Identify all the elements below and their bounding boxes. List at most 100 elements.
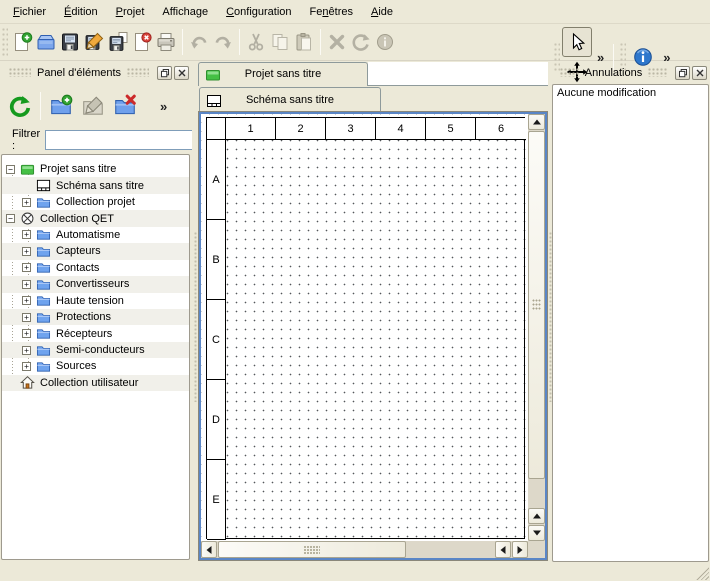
close-icon (695, 68, 705, 78)
dock-close-button[interactable] (692, 66, 707, 80)
mdi-area: Projet sans titre Schéma sans titre 1234… (198, 62, 548, 562)
tab-project[interactable]: Projet sans titre (198, 62, 368, 86)
undo-panel: Annulations Aucune modification (551, 62, 710, 562)
tree-expander[interactable]: + (22, 313, 31, 322)
tree-item-schema-sans-titre[interactable]: Schéma sans titre (2, 177, 189, 193)
paste-icon (293, 31, 315, 53)
float-icon (160, 68, 170, 78)
open-project-button[interactable] (34, 27, 58, 57)
tabbar-empty-area (368, 62, 548, 86)
tree-item-convertisseurs[interactable]: + Convertisseurs (2, 276, 189, 292)
tree-expander[interactable]: + (22, 296, 31, 305)
menu-item-projet[interactable]: Projet (107, 3, 154, 21)
tree-item-automatisme[interactable]: + Automatisme (2, 227, 189, 243)
scroll-right-button[interactable] (512, 541, 528, 558)
scroll-down-button[interactable] (528, 525, 545, 541)
undo-button (187, 27, 211, 57)
horizontal-scroll-thumb[interactable] (218, 541, 406, 558)
tab-project-label: Projet sans titre (199, 68, 367, 80)
tree-expander[interactable]: + (22, 362, 31, 371)
diagram-canvas[interactable]: 123456 ABCDE (201, 114, 528, 541)
tree-item-contacts[interactable]: + Contacts (2, 260, 189, 276)
menu-item-aide[interactable]: Aide (362, 3, 402, 21)
tab-schema-label: Schéma sans titre (200, 94, 380, 106)
tree-expander[interactable]: − (6, 165, 15, 174)
object-info-icon (374, 31, 396, 53)
tree-item-protections[interactable]: + Protections (2, 309, 189, 325)
undo-list: Aucune modification (552, 84, 709, 562)
copy-icon (269, 31, 291, 53)
tree-item-collection-projet[interactable]: + Collection projet (2, 194, 189, 210)
vertical-scrollbar[interactable] (528, 114, 545, 541)
menu-item-edition[interactable]: Édition (55, 3, 107, 21)
menu-item-configuration[interactable]: Configuration (217, 3, 300, 21)
dock-grip (9, 68, 31, 77)
close-file-icon (131, 31, 153, 53)
save-button[interactable] (58, 27, 82, 57)
scroll-up-button-2[interactable] (528, 508, 545, 524)
scroll-left-button-2[interactable] (495, 541, 511, 558)
scroll-up-button[interactable] (528, 114, 545, 130)
folder-icon (36, 195, 51, 210)
delete-category-button[interactable] (109, 90, 141, 122)
delete-category-icon (113, 94, 137, 118)
tree-item-projet-sans-titre[interactable]: − Projet sans titre (2, 161, 189, 177)
menu-item-affichage[interactable]: Affichage (153, 3, 217, 21)
tree-expander[interactable]: + (22, 263, 31, 272)
resize-grip[interactable] (696, 567, 709, 580)
tree-item-semi-conducteurs[interactable]: + Semi-conducteurs (2, 342, 189, 358)
select-pointer-button[interactable] (562, 27, 592, 57)
tree-item-recepteurs[interactable]: + Récepteurs (2, 325, 189, 341)
new-category-button[interactable] (45, 90, 77, 122)
cut-button (244, 27, 268, 57)
filter-input[interactable] (45, 130, 195, 150)
tree-item-collection-qet[interactable]: − Collection QET (2, 210, 189, 226)
tree-expander[interactable]: − (6, 214, 15, 223)
copy-button (268, 27, 292, 57)
redo-icon (212, 31, 234, 53)
grid-row-header: E (207, 460, 226, 540)
dock-float-button[interactable] (675, 66, 690, 80)
file-edit-toolbar (0, 27, 397, 57)
folder-icon (36, 326, 51, 341)
rotate-button (349, 27, 373, 57)
vertical-scroll-thumb[interactable] (528, 131, 545, 479)
tree-item-capteurs[interactable]: + Capteurs (2, 243, 189, 259)
tree-expander[interactable]: + (22, 329, 31, 338)
scroll-left-button[interactable] (201, 541, 217, 558)
scrollbar-corner (528, 541, 545, 558)
schema-icon (36, 178, 51, 193)
reload-collections-button[interactable] (4, 90, 36, 122)
menu-item-fenetres[interactable]: Fenêtres (301, 3, 362, 21)
toolbar-separator (182, 29, 183, 55)
collections-overflow-button[interactable]: » (155, 99, 172, 114)
tab-schema[interactable]: Schéma sans titre (199, 87, 381, 112)
folder-icon (36, 260, 51, 275)
qet-icon (20, 211, 35, 226)
project-tabbar: Projet sans titre (198, 62, 548, 86)
dock-close-button[interactable] (174, 66, 189, 80)
tree-expander[interactable]: + (22, 346, 31, 355)
tree-expander[interactable]: + (22, 230, 31, 239)
tree-expander[interactable]: + (22, 247, 31, 256)
tree-item-collection-utilisateur[interactable]: Collection utilisateur (2, 375, 189, 391)
print-button[interactable] (154, 27, 178, 57)
tree-item-sources[interactable]: + Sources (2, 358, 189, 374)
grid-row-header: A (207, 140, 226, 220)
horizontal-scrollbar[interactable] (201, 541, 528, 558)
diagram-frame: 123456 ABCDE (206, 117, 525, 539)
new-project-button[interactable] (10, 27, 34, 57)
dock-float-button[interactable] (157, 66, 172, 80)
tree-expander[interactable]: + (22, 198, 31, 207)
undo-icon (188, 31, 210, 53)
tree-expander[interactable]: + (22, 280, 31, 289)
close-file-button[interactable] (130, 27, 154, 57)
save-as-icon (83, 31, 105, 53)
edit-category-icon (81, 94, 105, 118)
save-all-button[interactable] (106, 27, 130, 57)
menu-item-fichier[interactable]: Fichier (4, 3, 55, 21)
tree-item-haute-tension[interactable]: + Haute tension (2, 293, 189, 309)
save-as-button[interactable] (82, 27, 106, 57)
undo-list-item[interactable]: Aucune modification (553, 86, 708, 100)
toolbar-grip[interactable] (2, 28, 8, 56)
